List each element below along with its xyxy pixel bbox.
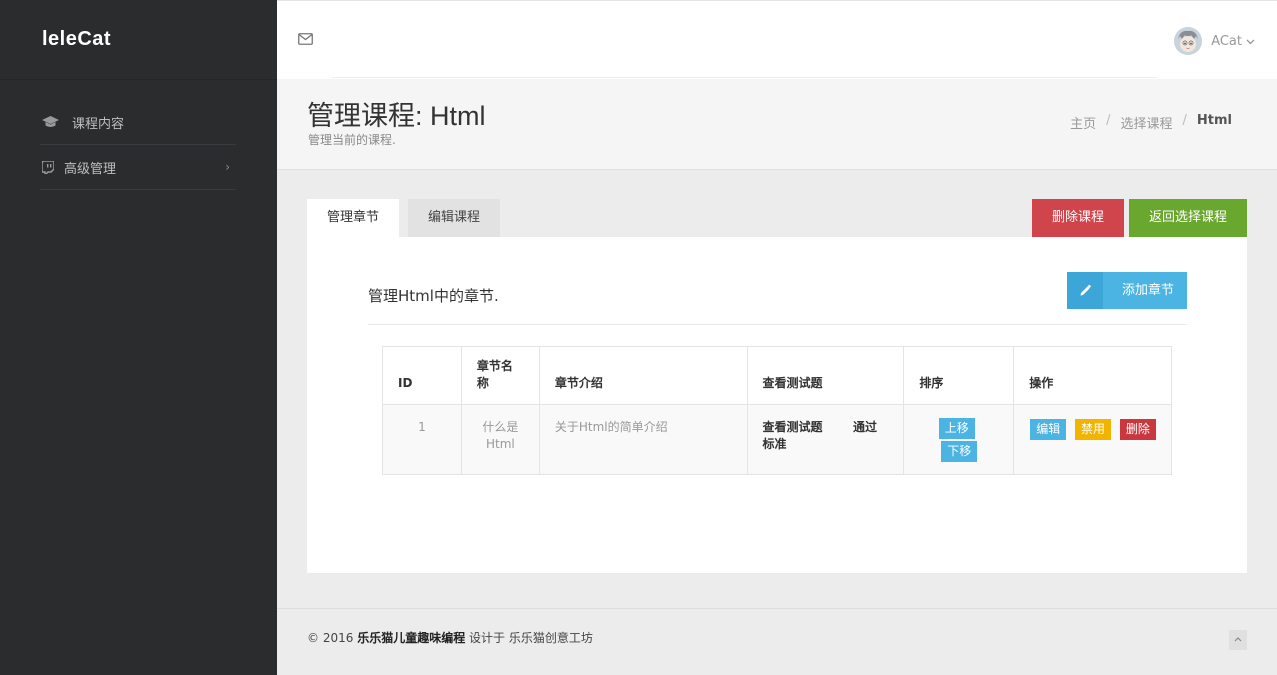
sidebar-item-course-content[interactable]: 课程内容 <box>40 100 236 145</box>
breadcrumb-current: Html <box>1196 113 1232 128</box>
sidebar: leleCat 课程内容 高级管理 › <box>0 0 277 675</box>
avatar <box>1174 27 1203 55</box>
col-header-sort: 排序 <box>903 346 1015 405</box>
breadcrumb-home[interactable]: 主页 <box>1070 113 1096 132</box>
add-chapter-label: 添加章节 <box>1121 283 1174 298</box>
delete-chapter-button[interactable]: 删除 <box>1119 419 1156 440</box>
breadcrumb-select-course[interactable]: 选择课程 <box>1120 113 1172 132</box>
cell-view-tests: 查看测试题 通过标准 <box>746 404 905 475</box>
page-title-course: Html <box>430 101 486 131</box>
footer-brand[interactable]: 乐乐猫儿童趣味编程 <box>357 631 465 645</box>
sidebar-item-label: 课程内容 <box>72 116 125 132</box>
cell-sort: 上移 下移 <box>903 404 1015 475</box>
disable-chapter-button[interactable]: 禁用 <box>1075 419 1112 440</box>
breadcrumb: 主页 / 选择课程 / Html <box>1070 113 1232 132</box>
graduation-cap-icon <box>40 116 60 128</box>
topbar-divider <box>332 77 1157 78</box>
panel-divider <box>368 324 1187 325</box>
col-header-chapter-name: 章节名称 <box>460 346 540 405</box>
move-up-button[interactable]: 上移 <box>938 418 975 439</box>
col-header-actions: 操作 <box>1013 346 1172 405</box>
table-row: 1 什么是Html 关于Html的简单介绍 查看测试题 通过标准 上移 下移 编… <box>382 404 1172 475</box>
breadcrumb-separator: / <box>1106 113 1111 128</box>
breadcrumb-separator: / <box>1182 113 1187 128</box>
col-header-view-tests: 查看测试题 <box>746 346 905 405</box>
page-title-prefix: 管理课程: <box>307 101 423 131</box>
footer-text: © 2016 乐乐猫儿童趣味编程 设计于 乐乐猫创意工坊 <box>307 629 593 646</box>
scroll-to-top-button[interactable] <box>1229 630 1247 650</box>
pencil-icon <box>1067 272 1103 309</box>
cell-chapter-name: 什么是Html <box>460 404 540 475</box>
col-header-id: ID <box>382 346 462 405</box>
cell-actions: 编辑 禁用 删除 <box>1013 404 1172 475</box>
chapters-panel: 管理Html中的章节. 添加章节 ID 章节名称 章节介绍 查看测试题 排序 操… <box>307 237 1247 573</box>
add-chapter-button[interactable]: 添加章节 <box>1067 272 1187 309</box>
table-header-row: ID 章节名称 章节介绍 查看测试题 排序 操作 <box>382 346 1172 405</box>
sidebar-item-label: 高级管理 <box>64 161 117 177</box>
footer-copyright: © 2016 <box>307 631 354 645</box>
cell-id: 1 <box>382 404 462 475</box>
page-title: 管理课程: Html <box>307 94 486 133</box>
sidebar-divider <box>0 79 277 80</box>
col-header-chapter-intro: 章节介绍 <box>538 346 748 405</box>
view-tests-link[interactable]: 查看测试题 <box>763 420 823 434</box>
tab-manage-chapters[interactable]: 管理章节 <box>307 199 399 237</box>
user-name: ACat <box>1211 33 1242 49</box>
cell-chapter-intro: 关于Html的简单介绍 <box>538 404 748 475</box>
envelope-icon[interactable] <box>298 33 313 49</box>
chapters-table: ID 章节名称 章节介绍 查看测试题 排序 操作 1 什么是Html 关于Htm… <box>382 346 1172 475</box>
footer-designed-by: 设计于 乐乐猫创意工坊 <box>469 631 593 645</box>
top-bar: ACat <box>277 0 1277 79</box>
chevron-up-icon <box>1234 637 1242 642</box>
back-to-select-course-button[interactable]: 返回选择课程 <box>1129 199 1247 237</box>
panel-title: 管理Html中的章节. <box>368 287 499 305</box>
page-header: 管理课程: Html 管理当前的课程. 主页 / 选择课程 / Html <box>277 79 1277 170</box>
twitch-icon <box>40 160 56 174</box>
footer: © 2016 乐乐猫儿童趣味编程 设计于 乐乐猫创意工坊 <box>277 608 1277 675</box>
app-logo[interactable]: leleCat <box>42 28 111 51</box>
user-menu[interactable]: ACat <box>1174 27 1255 55</box>
page-subtitle: 管理当前的课程. <box>308 133 396 147</box>
move-down-button[interactable]: 下移 <box>941 441 978 462</box>
edit-chapter-button[interactable]: 编辑 <box>1030 419 1067 440</box>
delete-course-button[interactable]: 删除课程 <box>1032 199 1124 237</box>
chevron-down-icon <box>1246 35 1255 48</box>
sidebar-item-advanced-management[interactable]: 高级管理 › <box>40 145 236 190</box>
chevron-right-icon: › <box>225 160 230 174</box>
tab-edit-course[interactable]: 编辑课程 <box>408 199 500 237</box>
